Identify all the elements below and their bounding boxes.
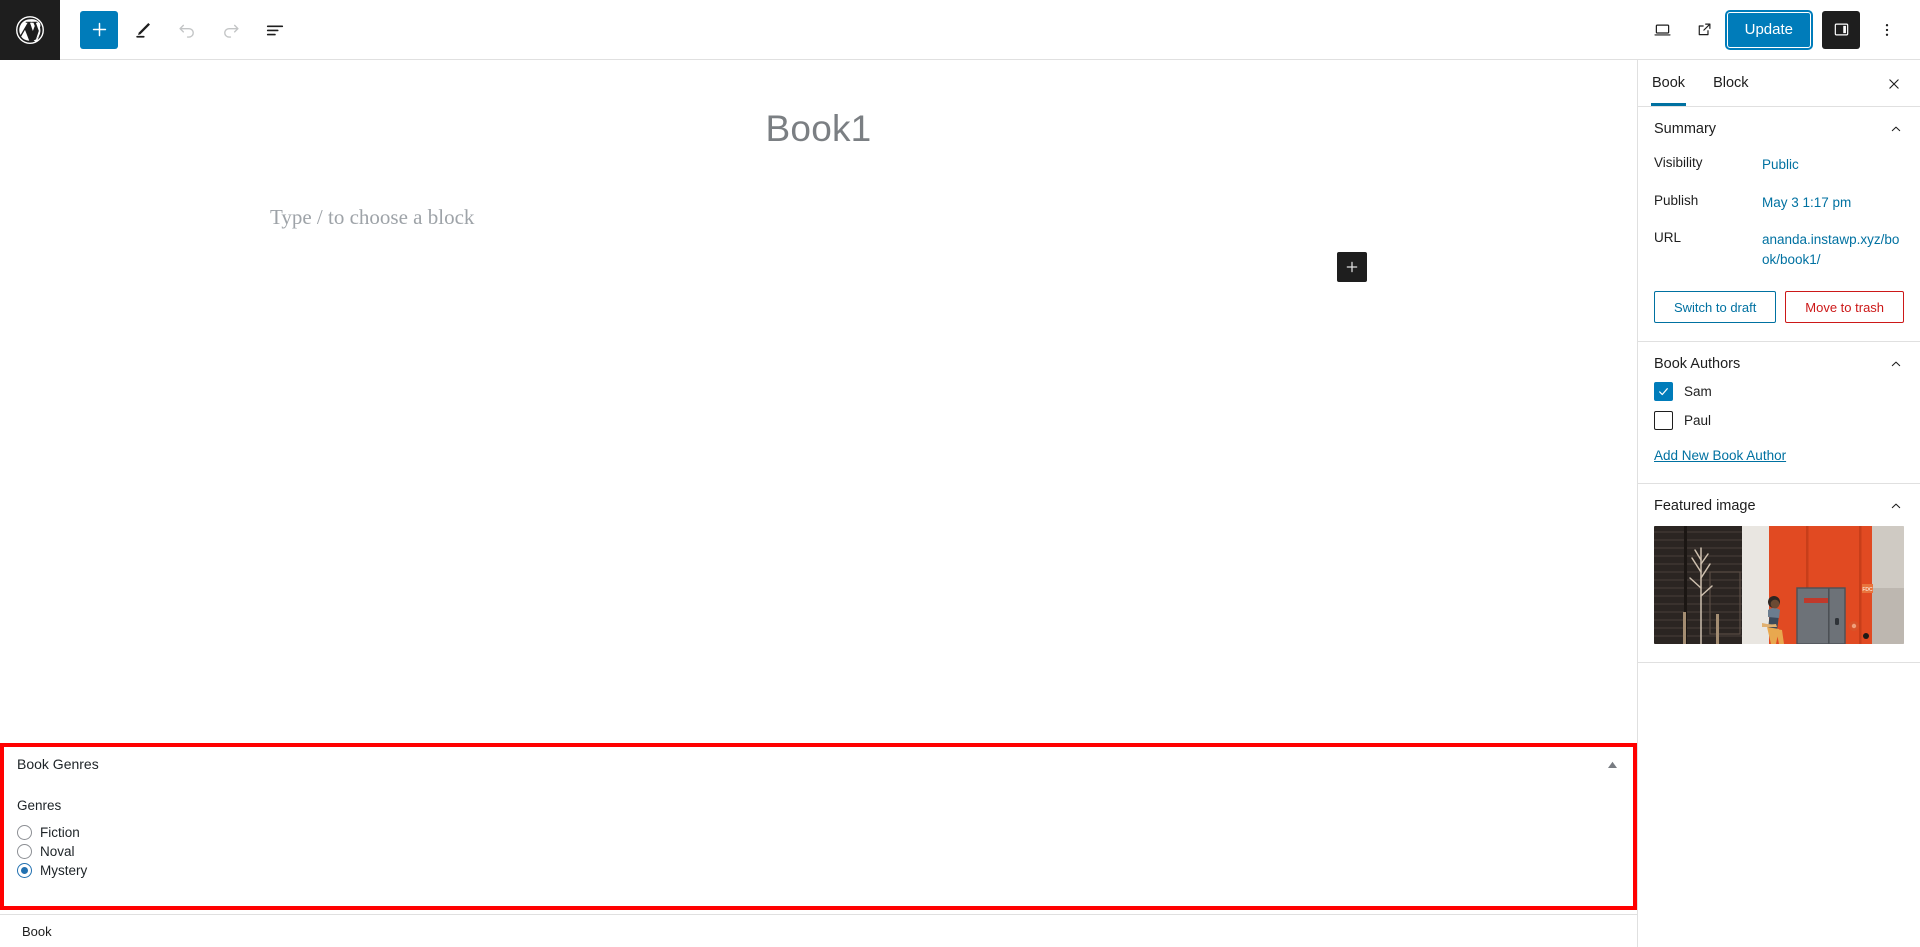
desktop-preview-icon: [1654, 24, 1671, 36]
chevron-up-icon: [1891, 361, 1901, 367]
plus-icon: [92, 22, 106, 37]
redo-icon: [224, 24, 239, 38]
kebab-menu-icon: [1885, 23, 1889, 36]
summary-row-url: URL ananda.instawp.xyz/book/book1/: [1654, 230, 1904, 269]
svg-text:FDC: FDC: [1862, 587, 1873, 593]
author-checkbox-paul[interactable]: [1654, 411, 1673, 431]
close-sidebar-button[interactable]: [1878, 68, 1910, 100]
publish-label: Publish: [1654, 192, 1699, 208]
undo-button[interactable]: [168, 11, 206, 49]
chevron-up-icon: [1891, 503, 1901, 509]
pencil-icon: [136, 22, 150, 38]
add-block-button[interactable]: [80, 10, 118, 49]
visibility-value[interactable]: Public: [1762, 155, 1799, 175]
post-title[interactable]: Book1: [0, 108, 1637, 150]
book-genres-body: Genres Fiction Noval Mystery: [3, 782, 1634, 878]
triangle-up-icon: [1607, 761, 1617, 768]
toolbar-left-group: [60, 10, 294, 49]
summary-panel-header[interactable]: Summary: [1654, 121, 1904, 137]
external-link-icon: [1698, 23, 1711, 36]
genre-radio-noval[interactable]: [17, 844, 32, 859]
list-view-button[interactable]: [256, 11, 294, 49]
genres-field-label: Genres: [17, 798, 62, 813]
book-genres-collapse-toggle[interactable]: [1600, 755, 1624, 775]
genre-option-fiction[interactable]: Fiction: [17, 825, 1620, 840]
sidebar-tabs: Book Block: [1638, 60, 1920, 107]
toolbar-right-group: Update: [1644, 9, 1920, 50]
genre-label-mystery: Mystery: [40, 863, 88, 878]
author-checkbox-row-paul[interactable]: Paul: [1654, 411, 1904, 431]
tools-pencil-button[interactable]: [124, 11, 162, 49]
settings-sidebar-toggle[interactable]: [1822, 10, 1860, 49]
book-genres-title: Book Genres: [17, 756, 99, 772]
undo-icon: [179, 24, 194, 38]
breadcrumb[interactable]: Book: [22, 924, 52, 939]
summary-row-publish: Publish May 3 1:17 pm: [1654, 193, 1904, 213]
book-genres-metabox-header[interactable]: Book Genres: [3, 746, 1634, 782]
genre-radio-mystery[interactable]: [17, 863, 32, 878]
block-inserter-button[interactable]: [1337, 252, 1367, 282]
author-label-sam: Sam: [1684, 384, 1712, 400]
genre-option-noval[interactable]: Noval: [17, 844, 1620, 859]
editor-top-bar: Update: [0, 0, 1920, 60]
featured-image-panel: Featured image FDC: [1638, 484, 1920, 664]
more-options-button[interactable]: [1868, 11, 1906, 49]
author-label-paul: Paul: [1684, 413, 1712, 429]
summary-panel-title: Summary: [1654, 121, 1717, 137]
url-label: URL: [1654, 230, 1682, 246]
book-authors-panel: Book Authors Sam Paul Add New Book Autho…: [1638, 342, 1920, 485]
featured-image-panel-header[interactable]: Featured image: [1654, 498, 1904, 514]
add-new-book-author-link[interactable]: Add New Book Author: [1654, 448, 1786, 463]
redo-button[interactable]: [212, 11, 250, 49]
list-view-icon: [266, 25, 284, 35]
plus-icon: [1346, 261, 1358, 273]
tab-book[interactable]: Book: [1638, 60, 1699, 106]
close-icon: [1889, 79, 1899, 89]
author-checkbox-sam[interactable]: [1654, 382, 1673, 402]
publish-value[interactable]: May 3 1:17 pm: [1762, 193, 1851, 213]
url-value[interactable]: ananda.instawp.xyz/book/book1/: [1762, 230, 1904, 269]
book-genres-metabox: Book Genres Genres Fiction Noval Mystery: [0, 743, 1637, 910]
move-to-trash-button[interactable]: Move to trash: [1785, 291, 1905, 324]
genre-label-fiction: Fiction: [40, 825, 80, 840]
summary-actions: Switch to draft Move to trash: [1654, 291, 1905, 324]
featured-image-panel-title: Featured image: [1654, 498, 1756, 515]
author-checkbox-row-sam[interactable]: Sam: [1654, 382, 1904, 402]
view-post-button[interactable]: [1686, 11, 1724, 49]
block-placeholder[interactable]: Type / to choose a block: [270, 205, 474, 230]
book-authors-panel-header[interactable]: Book Authors: [1654, 356, 1904, 372]
genre-radio-fiction[interactable]: [17, 825, 32, 840]
editor-status-bar: Book: [0, 914, 1637, 947]
genre-label-noval: Noval: [40, 844, 75, 859]
summary-panel: Summary Visibility Public Publish May 3 …: [1638, 107, 1920, 343]
featured-image-thumbnail[interactable]: FDC: [1654, 526, 1904, 645]
summary-row-visibility: Visibility Public: [1654, 155, 1904, 175]
editor-canvas: Book1 Type / to choose a block: [0, 60, 1637, 745]
book-authors-panel-title: Book Authors: [1654, 356, 1741, 373]
settings-sidebar: Book Block Summary Visibility Public Pub…: [1637, 60, 1920, 947]
tab-block[interactable]: Block: [1699, 60, 1762, 106]
visibility-label: Visibility: [1654, 155, 1703, 170]
featured-image-artwork: FDC: [1654, 526, 1904, 645]
preview-button[interactable]: [1644, 11, 1682, 49]
sidebar-panel-icon: [1834, 23, 1848, 36]
wordpress-logo-icon[interactable]: [0, 0, 60, 60]
update-button[interactable]: Update: [1724, 9, 1814, 50]
chevron-up-icon: [1891, 126, 1901, 132]
switch-to-draft-button[interactable]: Switch to draft: [1654, 291, 1777, 324]
checkmark-icon: [1659, 388, 1668, 396]
genre-option-mystery[interactable]: Mystery: [17, 863, 1620, 878]
